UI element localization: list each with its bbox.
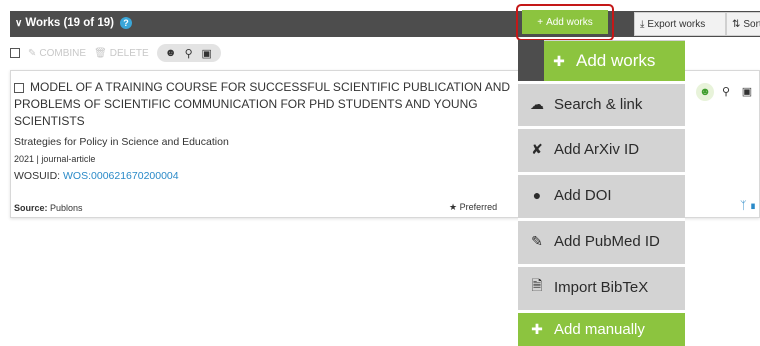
chevron-down-icon: ∨ (15, 17, 23, 29)
menu-item-arxiv[interactable]: ✘ Add ArXiv ID (518, 129, 685, 169)
menu-item-label: Add manually (554, 321, 645, 338)
menu-item-search-link[interactable]: ☁ Search & link (518, 84, 685, 124)
import-icon: 🗎 (531, 277, 543, 293)
pubmed-icon: ✎ (531, 232, 543, 249)
menu-item-label: Add DOI (554, 186, 612, 204)
trash-icon[interactable]: ▮ (750, 200, 757, 212)
cloud-upload-icon: ☁ (530, 95, 544, 112)
help-icon[interactable]: ? (119, 17, 132, 29)
plus-icon: ✚ (553, 52, 565, 69)
plus-icon: ✚ (531, 321, 543, 337)
delete-button[interactable]: 🗑 DELETE (94, 48, 149, 59)
sort-button[interactable]: ⇅ Sort (726, 12, 760, 36)
wosuid-link[interactable]: WOS:000621670200004 (63, 170, 179, 182)
trash-icon: 🗑 (94, 47, 107, 59)
menu-item-label: Add ArXiv ID (554, 140, 640, 158)
dropdown-header-notch (518, 40, 544, 81)
pencil-icon: ✎ (28, 47, 37, 59)
doi-icon: ● (532, 187, 542, 203)
record-meta: 2021 | journal-article (14, 154, 96, 164)
highlight-annotation (516, 4, 614, 41)
preferred-source[interactable]: ★ Preferred (449, 202, 519, 213)
menu-item-add-manually[interactable]: ✚ Add manually (518, 313, 685, 346)
lock-icon[interactable]: ▣ (738, 83, 756, 101)
record-wosuid: WOSUID: WOS:000621670200004 (14, 170, 179, 182)
record-title-block: MODEL OF A TRAINING COURSE FOR SUCCESSFU… (14, 79, 534, 130)
visibility-toggle-group: ☻ ⚲ ▣ (156, 44, 221, 62)
source-label: Source: (14, 203, 48, 213)
combine-button[interactable]: ✎ COMBINE (28, 48, 86, 59)
works-title: Works (19 of 19) (25, 17, 114, 29)
menu-item-bibtex[interactable]: 🗎 Import BibTeX (518, 267, 685, 307)
merge-icon[interactable]: ᛉ (740, 200, 747, 212)
limited-icon[interactable]: ⚲ (717, 83, 735, 101)
sort-icon: ⇅ (732, 18, 741, 30)
menu-item-label: Add works (576, 51, 656, 70)
works-toolbar: ✎ COMBINE 🗑 DELETE ☻ ⚲ ▣ (10, 43, 221, 63)
wosuid-label: WOSUID: (14, 170, 61, 182)
sort-label: Sort (743, 18, 760, 30)
menu-item-pubmed[interactable]: ✎ Add PubMed ID (518, 221, 685, 261)
download-icon: ⤓ (640, 18, 645, 30)
export-works-button[interactable]: ⤓ Export works (634, 12, 726, 36)
delete-label: DELETE (109, 47, 149, 59)
record-journal: Strategies for Policy in Science and Edu… (14, 136, 229, 148)
menu-item-label: Add PubMed ID (554, 232, 660, 250)
record-visibility-group: ☻ ⚲ ▣ (696, 83, 756, 101)
limited-icon[interactable]: ⚲ (181, 47, 197, 60)
users-icon[interactable]: ☻ (163, 47, 179, 59)
record-title[interactable]: MODEL OF A TRAINING COURSE FOR SUCCESSFU… (14, 80, 510, 128)
source-value: Publons (50, 203, 83, 213)
lock-icon[interactable]: ▣ (199, 47, 215, 60)
menu-item-doi[interactable]: ● Add DOI (518, 175, 685, 215)
record-source: Source: Publons (14, 203, 83, 213)
works-toggle[interactable]: ∨ Works (19 of 19) ? (15, 17, 132, 29)
record-checkbox[interactable] (14, 82, 24, 93)
add-works-dropdown: ✚ Add works ☁ Search & link ✘ Add ArXiv … (518, 40, 685, 346)
menu-item-label: Import BibTeX (554, 278, 649, 296)
menu-item-add-works[interactable]: ✚ Add works (544, 41, 685, 81)
combine-label: COMBINE (39, 47, 87, 59)
record-bottom-actions: ᛉ ▮ (740, 200, 756, 212)
menu-item-label: Search & link (554, 95, 643, 113)
select-all-checkbox[interactable] (10, 48, 20, 58)
users-icon[interactable]: ☻ (696, 83, 714, 101)
works-header-bar: ∨ Works (19 of 19) ? ⤓ Export works ⇅ So… (10, 11, 760, 37)
export-works-label: Export works (647, 18, 706, 30)
arxiv-icon: ✘ (531, 140, 543, 157)
